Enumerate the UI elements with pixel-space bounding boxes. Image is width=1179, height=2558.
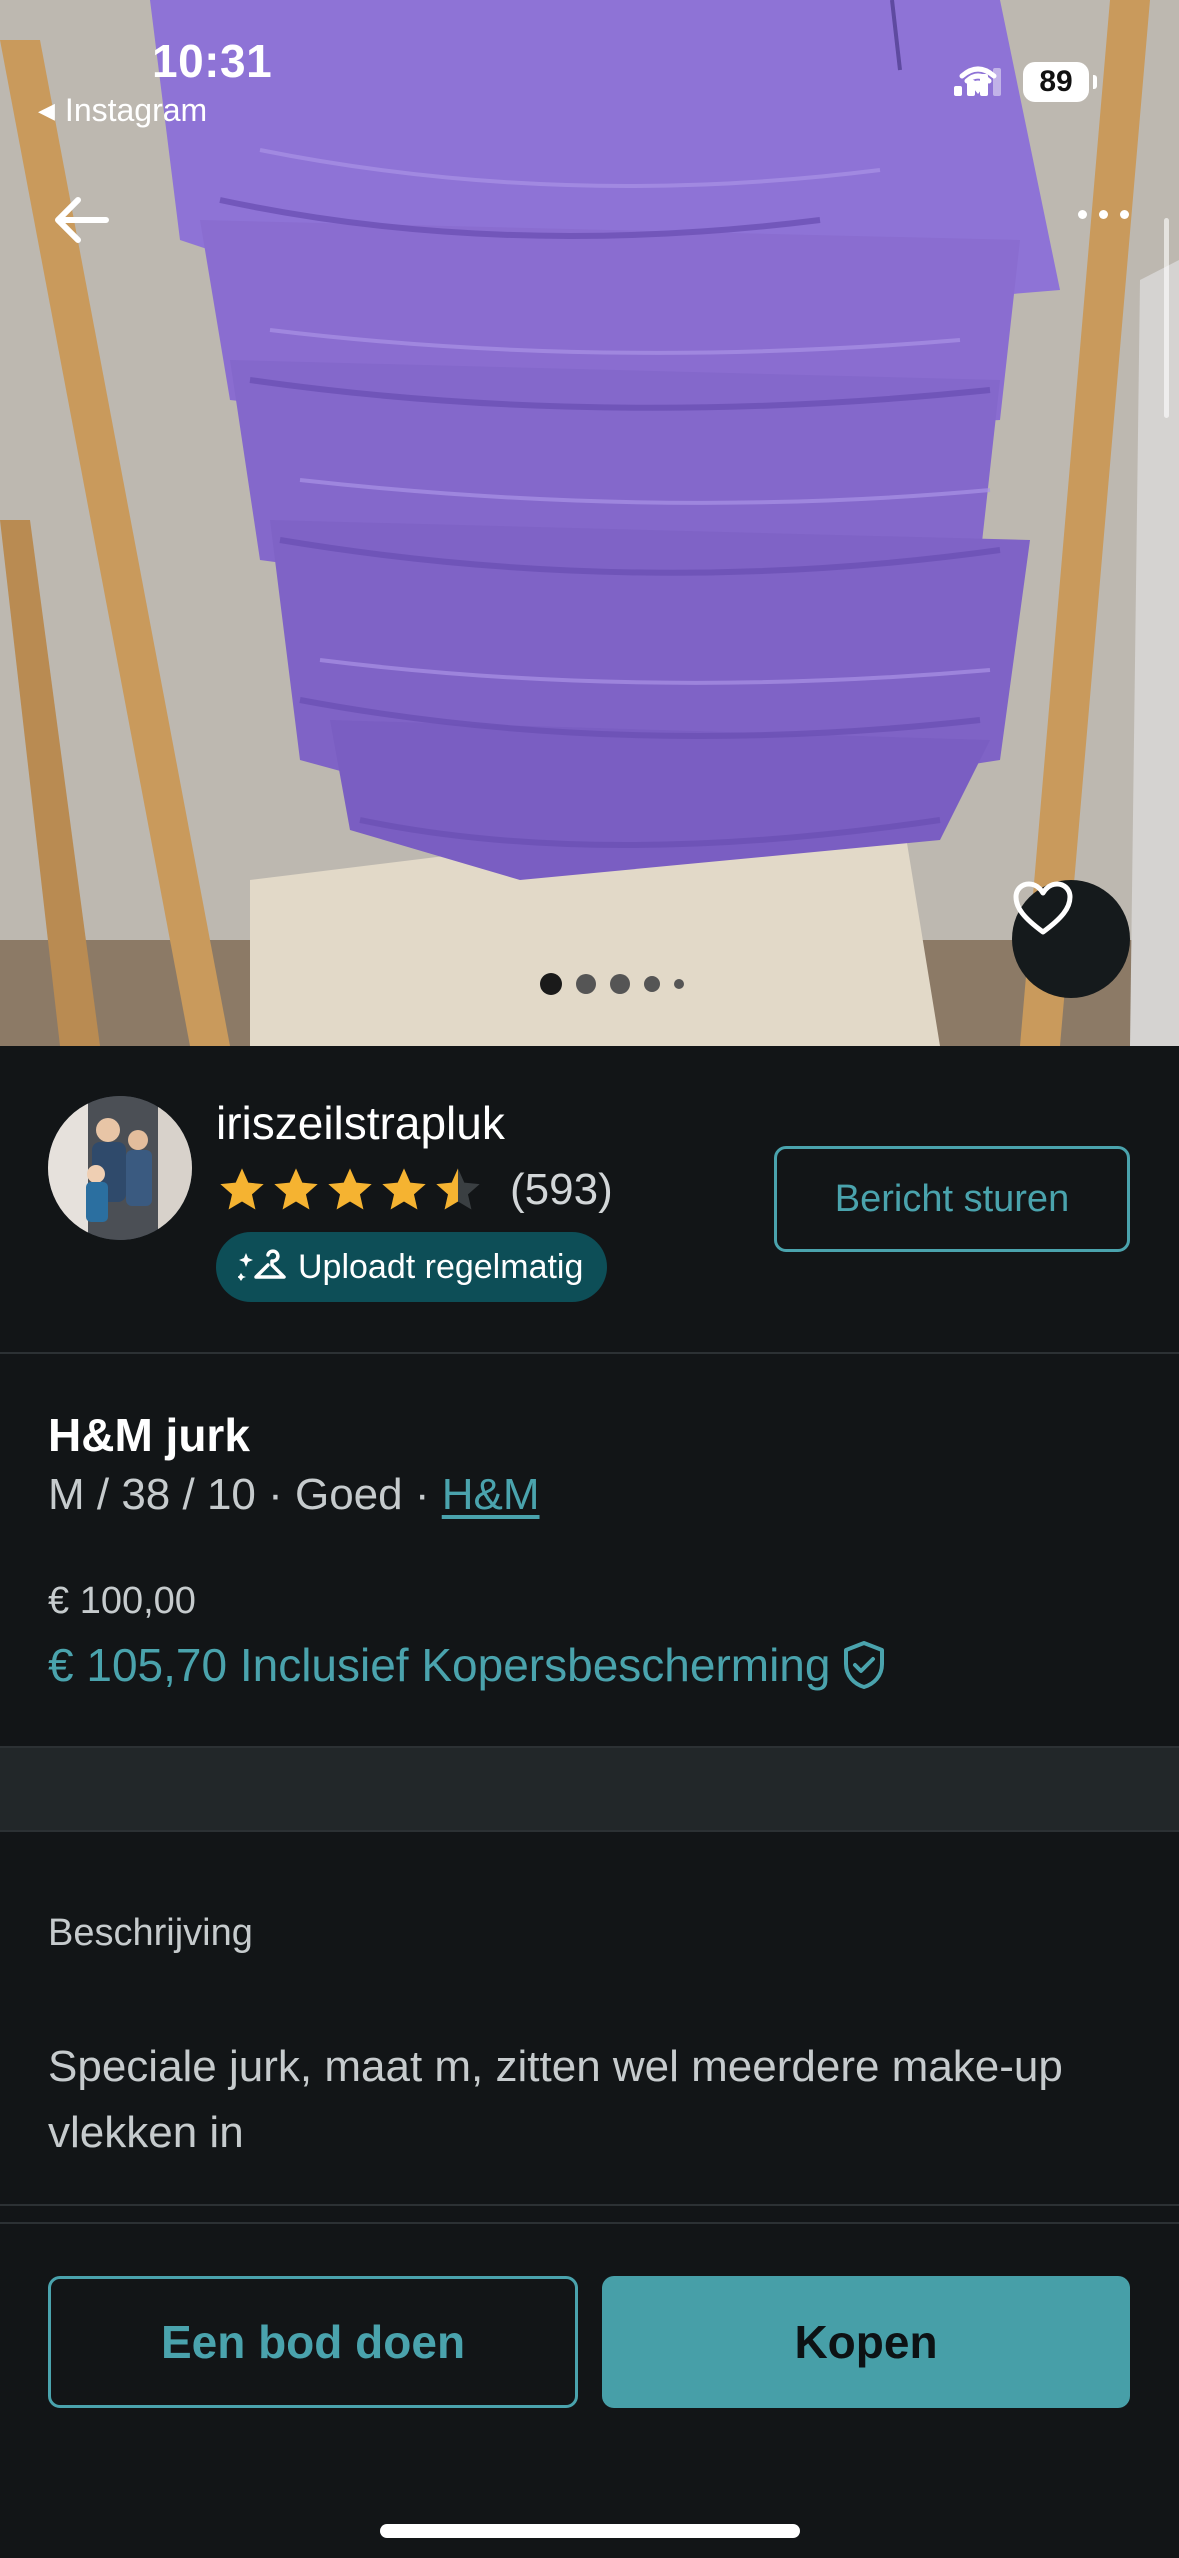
star-full-icon bbox=[274, 1168, 318, 1210]
back-app-label: Instagram bbox=[64, 92, 208, 128]
carousel-dot[interactable] bbox=[610, 974, 630, 994]
star-full-icon bbox=[328, 1168, 372, 1210]
review-count: (593) bbox=[510, 1165, 613, 1214]
scroll-indicator bbox=[1164, 218, 1169, 418]
battery-indicator: 89 bbox=[1023, 62, 1097, 102]
more-dot-icon bbox=[1099, 210, 1108, 219]
item-size-condition: M / 38 / 10 · Goed · bbox=[48, 1470, 442, 1519]
upload-regularly-badge: Uploadt regelmatig bbox=[216, 1232, 608, 1302]
star-full-icon bbox=[220, 1168, 264, 1210]
arrow-left-icon bbox=[55, 197, 109, 243]
seller-username[interactable]: iriszeilstrapluk bbox=[216, 1096, 505, 1150]
status-time: 10:31 bbox=[152, 35, 273, 87]
status-icons: 89 bbox=[954, 62, 1097, 102]
buy-button[interactable]: Kopen bbox=[602, 2276, 1130, 2408]
total-price-with-protection[interactable]: € 105,70 Inclusief Kopersbescherming bbox=[48, 1638, 886, 1692]
star-full-icon bbox=[382, 1168, 426, 1210]
make-offer-button[interactable]: Een bod doen bbox=[48, 2276, 578, 2408]
seller-avatar[interactable] bbox=[48, 1096, 192, 1240]
carousel-dot[interactable] bbox=[674, 979, 684, 989]
seller-rating[interactable]: (593) bbox=[216, 1164, 613, 1216]
wifi-icon bbox=[959, 66, 997, 94]
home-indicator[interactable] bbox=[380, 2524, 800, 2538]
more-dot-icon bbox=[1078, 210, 1087, 219]
back-triangle-icon: ◀ bbox=[38, 97, 55, 123]
more-dot-icon bbox=[1120, 210, 1129, 219]
carousel-dot[interactable] bbox=[644, 976, 660, 992]
favorite-button[interactable] bbox=[1012, 880, 1130, 998]
item-details: H&M jurk M / 38 / 10 · Goed · H&M € 100,… bbox=[0, 1354, 1179, 1746]
back-button[interactable] bbox=[50, 188, 114, 252]
heart-icon bbox=[1013, 881, 1073, 935]
star-half-icon bbox=[436, 1168, 480, 1210]
carousel-dot[interactable] bbox=[576, 974, 596, 994]
more-options-button[interactable] bbox=[1078, 210, 1129, 219]
shield-check-icon bbox=[844, 1641, 885, 1689]
divider bbox=[0, 2204, 1179, 2206]
send-message-button[interactable]: Bericht sturen bbox=[774, 1146, 1130, 1252]
avatar-image bbox=[48, 1096, 192, 1240]
dress-photo-illustration bbox=[0, 0, 1179, 1046]
item-meta: M / 38 / 10 · Goed · H&M bbox=[48, 1470, 540, 1520]
description-text: Speciale jurk, maat m, zitten wel meerde… bbox=[48, 2042, 1063, 2157]
bottom-action-bar: Een bod doen Kopen bbox=[0, 2222, 1179, 2558]
sparkle-hanger-icon bbox=[238, 1249, 286, 1281]
carousel-dot[interactable] bbox=[540, 973, 562, 995]
item-title: H&M jurk bbox=[48, 1409, 250, 1461]
seller-section: iriszeilstrapluk (593) Uploadt regelmati… bbox=[0, 1046, 1179, 1354]
item-price: € 100,00 bbox=[48, 1580, 196, 1622]
product-photo[interactable]: 10:31 ◀ Instagram 89 bbox=[0, 0, 1179, 1046]
badge-label: Uploadt regelmatig bbox=[298, 1247, 584, 1286]
photo-carousel-dots[interactable] bbox=[540, 973, 684, 995]
description-heading: Beschrijving bbox=[48, 1912, 253, 1954]
section-divider bbox=[0, 1746, 1179, 1832]
brand-link[interactable]: H&M bbox=[442, 1470, 540, 1519]
back-to-app-link[interactable]: ◀ Instagram bbox=[38, 92, 207, 129]
total-price-label: € 105,70 Inclusief Kopersbescherming bbox=[48, 1639, 831, 1691]
